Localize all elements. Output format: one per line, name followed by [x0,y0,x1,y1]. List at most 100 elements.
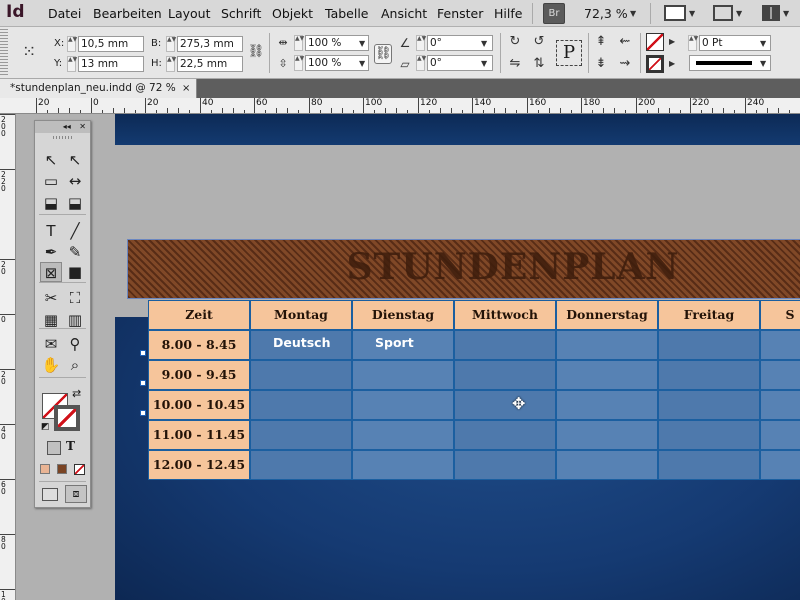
note-tool-icon[interactable]: ✉ [40,334,62,354]
scale-y-stepper[interactable]: ▲▼ [294,55,304,71]
menu-ansicht[interactable]: Ansicht [381,6,427,21]
y-field[interactable]: 13 mm [78,56,144,72]
selection-handle[interactable] [140,410,146,416]
menu-datei[interactable]: Datei [48,6,81,21]
stroke-type-chevron-down-icon[interactable]: ▼ [760,59,766,68]
schedule-cell[interactable] [760,450,800,480]
selection-tool-icon[interactable]: ↖ [40,150,62,170]
schedule-cell[interactable] [556,390,658,420]
schedule-cell[interactable] [454,360,556,390]
flip-vertical-icon[interactable]: ⇅ [530,55,548,73]
page-tool-icon[interactable]: ▭ [40,171,62,191]
bridge-button[interactable]: Br [543,3,565,24]
screen-mode-chevron-down-icon[interactable]: ▼ [736,9,742,18]
pencil-tool-icon[interactable]: ✎ [64,242,86,262]
time-cell[interactable]: 9.00 - 9.45 [148,360,250,390]
shear-chevron-down-icon[interactable]: ▼ [481,59,487,68]
selection-handle[interactable] [140,350,146,356]
schedule-cell[interactable] [454,390,556,420]
schedule-cell[interactable] [454,330,556,360]
zoom-level[interactable]: 72,3 % [584,6,628,21]
stroke-swatch-icon[interactable] [54,405,80,431]
schedule-cell[interactable] [352,390,454,420]
content-collector-icon[interactable]: ⬓ [40,193,62,213]
scale-x-chevron-down-icon[interactable]: ▼ [359,39,365,48]
select-next-icon[interactable]: ⇝ [616,55,634,73]
table-header-cell[interactable]: Montag [250,300,352,330]
vertical-ruler[interactable]: 20022020020406080100 [0,114,16,600]
flip-horizontal-icon[interactable]: ⇋ [506,55,524,73]
menu-tabelle[interactable]: Tabelle [325,6,369,21]
time-cell[interactable]: 8.00 - 8.45 [148,330,250,360]
rotate-stepper[interactable]: ▲▼ [416,35,426,51]
height-stepper[interactable]: ▲▼ [166,56,176,72]
type-tool-icon[interactable]: T [40,221,62,241]
schedule-cell[interactable] [454,450,556,480]
free-transform-tool-icon[interactable]: ⛶ [64,288,86,308]
schedule-cell[interactable] [760,360,800,390]
banner-frame[interactable]: STUNDENPLAN [127,239,800,299]
selection-handle[interactable] [140,380,146,386]
schedule-cell[interactable]: Deutsch [250,330,352,360]
apply-color-icon[interactable] [40,464,50,474]
hand-tool-icon[interactable]: ✋ [40,355,62,375]
rotate-chevron-down-icon[interactable]: ▼ [481,39,487,48]
schedule-cell[interactable] [658,450,760,480]
stroke-none-swatch-icon[interactable] [646,55,664,73]
scissors-tool-icon[interactable]: ✂ [40,288,62,308]
content-placer-icon[interactable]: ⬓ [64,193,86,213]
direct-selection-tool-icon[interactable]: ↖ [64,150,86,170]
time-cell[interactable]: 11.00 - 11.45 [148,420,250,450]
constrain-proportions-icon[interactable]: ⛓ [247,43,265,61]
schedule-cell[interactable] [250,390,352,420]
gradient-feather-tool-icon[interactable]: ▥ [64,310,86,330]
panel-grip[interactable] [0,29,8,77]
x-field[interactable]: 10,5 mm [78,36,144,52]
fill-none-swatch-icon[interactable] [646,33,664,51]
table-header-cell[interactable]: S [760,300,800,330]
menu-fenster[interactable]: Fenster [437,6,483,21]
view-options-chevron-down-icon[interactable]: ▼ [689,9,695,18]
apply-gradient-icon[interactable] [57,464,67,474]
screen-mode-icon[interactable] [713,5,733,21]
height-field[interactable]: 22,5 mm [177,56,243,72]
formatting-text-icon[interactable]: T [66,439,75,453]
select-container-icon[interactable]: ⇞ [592,33,610,51]
eyedropper-tool-icon[interactable]: ⚲ [64,334,86,354]
close-tab-icon[interactable]: × [182,79,190,98]
schedule-cell[interactable] [250,360,352,390]
rotate-cw-icon[interactable]: ↻ [506,33,524,51]
table-header-cell[interactable]: Mittwoch [454,300,556,330]
zoom-tool-icon[interactable]: ⌕ [64,355,86,375]
scale-y-chevron-down-icon[interactable]: ▼ [359,59,365,68]
normal-view-icon[interactable] [42,488,58,501]
gradient-swatch-tool-icon[interactable]: ▦ [40,310,62,330]
schedule-cell[interactable] [556,360,658,390]
stroke-arrow-icon[interactable]: ▶ [669,59,675,68]
constrain-scale-icon[interactable]: ⛓ [374,44,392,64]
menu-hilfe[interactable]: Hilfe [494,6,522,21]
shear-stepper[interactable]: ▲▼ [416,55,426,71]
schedule-cell[interactable] [352,420,454,450]
arrange-documents-chevron-down-icon[interactable]: ▼ [783,9,789,18]
schedule-cell[interactable] [250,420,352,450]
gap-tool-icon[interactable]: ↔ [64,171,86,191]
table-header-cell[interactable]: Freitag [658,300,760,330]
schedule-cell[interactable] [658,360,760,390]
schedule-cell[interactable] [352,360,454,390]
stroke-weight-stepper[interactable]: ▲▼ [688,35,698,51]
document-tab[interactable]: *stundenplan_neu.indd @ 72 % [0,79,197,98]
schedule-cell[interactable] [556,450,658,480]
table-header-cell[interactable]: Zeit [148,300,250,330]
horizontal-ruler[interactable]: 20 0 20 40 60 80 100 120 140 160 180 200 220 240 [0,98,800,114]
scale-x-stepper[interactable]: ▲▼ [294,35,304,51]
schedule-cell[interactable] [556,420,658,450]
schedule-cell[interactable] [658,420,760,450]
menu-bearbeiten[interactable]: Bearbeiten [93,6,162,21]
swap-fill-stroke-icon[interactable]: ⇄ [72,387,81,400]
rectangle-tool-icon[interactable]: ■ [64,262,86,282]
y-stepper[interactable]: ▲▼ [67,56,77,72]
view-options-icon[interactable] [664,5,686,21]
zoom-chevron-down-icon[interactable]: ▼ [630,9,636,18]
menu-schrift[interactable]: Schrift [221,6,261,21]
